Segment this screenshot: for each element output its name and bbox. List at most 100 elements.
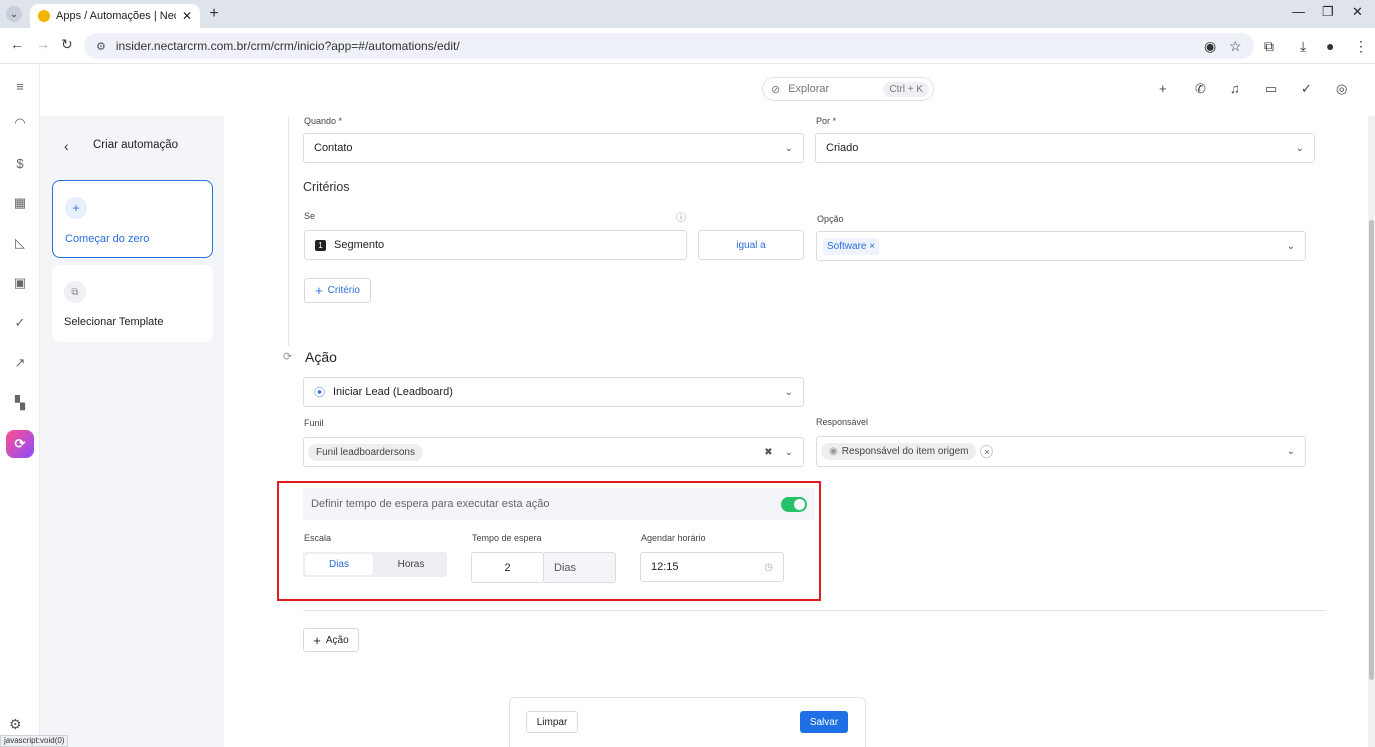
responsavel-select[interactable]: ◉ Responsável do item origem × ⌄ (816, 436, 1306, 467)
phone-icon[interactable]: ✆ (1195, 81, 1206, 97)
divider (303, 610, 1326, 611)
status-bar-text: javascript:void(0) (0, 735, 69, 747)
chevron-down-icon: ⌄ (784, 446, 793, 458)
action-step-icon: ⟳ (283, 351, 293, 363)
chevron-left-icon[interactable]: ‹ (64, 138, 69, 154)
criteria-field-value: Segmento (334, 239, 385, 251)
grid-icon[interactable]: ▚ (10, 393, 30, 413)
trend-icon[interactable]: ↗ (10, 353, 30, 373)
quando-label: Quando * (304, 116, 343, 126)
bell-icon[interactable]: ♫ (1230, 81, 1240, 96)
url-text: insider.nectarcrm.com.br/crm/crm/inicio?… (115, 39, 460, 53)
site-favicon-icon (38, 10, 50, 22)
user-avatar-icon[interactable]: ◎ (1336, 81, 1347, 97)
maximize-icon[interactable]: ❐ (1322, 4, 1334, 20)
add-action-label: Ação (325, 634, 349, 646)
select-template-card[interactable]: ⧉ Selecionar Template (52, 265, 213, 342)
bookmark-star-icon[interactable]: ☆ (1229, 38, 1242, 55)
funil-label: Funil (304, 418, 324, 428)
dollar-icon[interactable]: $ (10, 153, 30, 173)
new-tab-button[interactable]: + (204, 4, 224, 24)
browser-menu-icon[interactable]: ⋮ (1354, 38, 1368, 55)
remove-chip-icon[interactable]: × (869, 241, 875, 252)
clear-icon[interactable]: ✖ (764, 447, 772, 458)
chevron-down-icon: ⌄ (784, 386, 793, 398)
forward-arrow-icon[interactable]: → (36, 36, 50, 52)
compass-icon: ⊘ (771, 83, 781, 96)
chevron-down-icon: ⌄ (1295, 142, 1304, 154)
chevron-down-icon: ⌄ (784, 142, 793, 154)
option-chip-label: Software (827, 240, 867, 252)
tab-search-icon[interactable]: ⌄ (6, 6, 22, 22)
download-icon[interactable]: ⤓ (1300, 38, 1306, 55)
funil-select[interactable]: Funil leadboardersons ✖ ⌄ (303, 437, 804, 467)
start-from-scratch-card[interactable]: + Começar do zero (52, 180, 213, 258)
dashboard-icon[interactable]: ◠ (10, 113, 30, 133)
explore-label: Explorar (788, 83, 830, 95)
add-criteria-label: Critério (327, 285, 360, 296)
explore-search[interactable]: ⊘ Explorar Ctrl + K (762, 77, 934, 101)
plus-icon: + (65, 197, 87, 219)
por-value: Criado (826, 142, 859, 154)
highlight-box (277, 481, 821, 601)
close-tab-icon[interactable]: ✕ (182, 9, 192, 23)
flow-connector-line (288, 116, 289, 346)
scrollbar-thumb[interactable] (1369, 220, 1374, 680)
clear-button[interactable]: Limpar (526, 711, 578, 733)
plus-icon: + (315, 283, 323, 298)
por-label: Por * (816, 116, 837, 126)
field-badge: 1 (315, 239, 326, 251)
url-field[interactable]: ⚙ insider.nectarcrm.com.br/crm/crm/inici… (84, 33, 1254, 59)
calendar-icon[interactable]: ▣ (10, 273, 30, 293)
action-title: Ação (305, 349, 337, 365)
info-icon[interactable]: ⓘ (676, 209, 686, 224)
extensions-icon[interactable]: ⧉ (1264, 38, 1274, 55)
action-type-select[interactable]: ⦿ Iniciar Lead (Leadboard) ⌄ (303, 377, 804, 407)
add-icon[interactable]: + (1159, 81, 1167, 96)
option-chip[interactable]: Software × (823, 237, 880, 255)
eye-icon[interactable]: ◉ (1204, 38, 1216, 55)
tab-title: Apps / Automações | NectarCR (56, 10, 176, 22)
menu-icon[interactable]: ≡ (10, 76, 30, 96)
inbox-icon[interactable]: ▭ (1265, 81, 1277, 97)
profile-avatar-icon[interactable]: ● (1326, 38, 1334, 54)
responsavel-chip: ◉ Responsável do item origem (821, 443, 977, 460)
chevron-down-icon: ⌄ (1286, 446, 1295, 457)
browser-tab[interactable]: Apps / Automações | NectarCR ✕ (30, 4, 200, 28)
template-icon: ⧉ (64, 281, 86, 303)
save-button[interactable]: Salvar (800, 711, 848, 733)
building-icon[interactable]: ▦ (10, 193, 30, 213)
explore-shortcut: Ctrl + K (883, 81, 929, 97)
criteria-title: Critérios (303, 180, 350, 194)
play-circle-icon: ⦿ (314, 387, 325, 399)
chart-icon[interactable]: ◺ (10, 233, 30, 253)
operator-value: igual a (736, 239, 766, 251)
automation-editor (224, 116, 1368, 747)
funil-chip: Funil leadboardersons (308, 443, 423, 461)
por-select[interactable]: Criado ⌄ (815, 133, 1315, 163)
close-window-icon[interactable]: ✕ (1352, 4, 1363, 20)
se-label: Se (304, 211, 316, 221)
site-settings-icon[interactable]: ⚙ (96, 40, 106, 53)
minimize-icon[interactable]: — (1292, 4, 1305, 19)
card-label: Selecionar Template (64, 316, 164, 328)
back-arrow-icon[interactable]: ← (10, 36, 24, 52)
criteria-field-select[interactable]: 1 Segmento (304, 230, 687, 260)
responsavel-label: Responsável (816, 417, 869, 427)
quando-select[interactable]: Contato ⌄ (303, 133, 804, 163)
reload-icon[interactable]: ↻ (61, 36, 73, 53)
operator-select[interactable]: igual a (698, 230, 804, 260)
automation-app-icon[interactable]: ⟳ (6, 430, 34, 458)
settings-gear-icon[interactable]: ⚙ (9, 716, 22, 733)
user-icon: ◉ (829, 446, 838, 457)
quando-value: Contato (314, 142, 353, 154)
option-multiselect[interactable]: Software × ⌄ (816, 231, 1306, 261)
task-check-icon[interactable]: ✓ (1301, 81, 1312, 97)
responsavel-value: Responsável do item origem (841, 446, 969, 457)
remove-chip-icon[interactable]: × (980, 445, 994, 458)
chevron-down-icon: ⌄ (1286, 240, 1295, 252)
add-action-button[interactable]: + Ação (303, 628, 359, 652)
page-title: Criar automação (93, 139, 179, 151)
add-criteria-button[interactable]: + Critério (304, 278, 371, 303)
check-circle-icon[interactable]: ✓ (10, 313, 30, 333)
